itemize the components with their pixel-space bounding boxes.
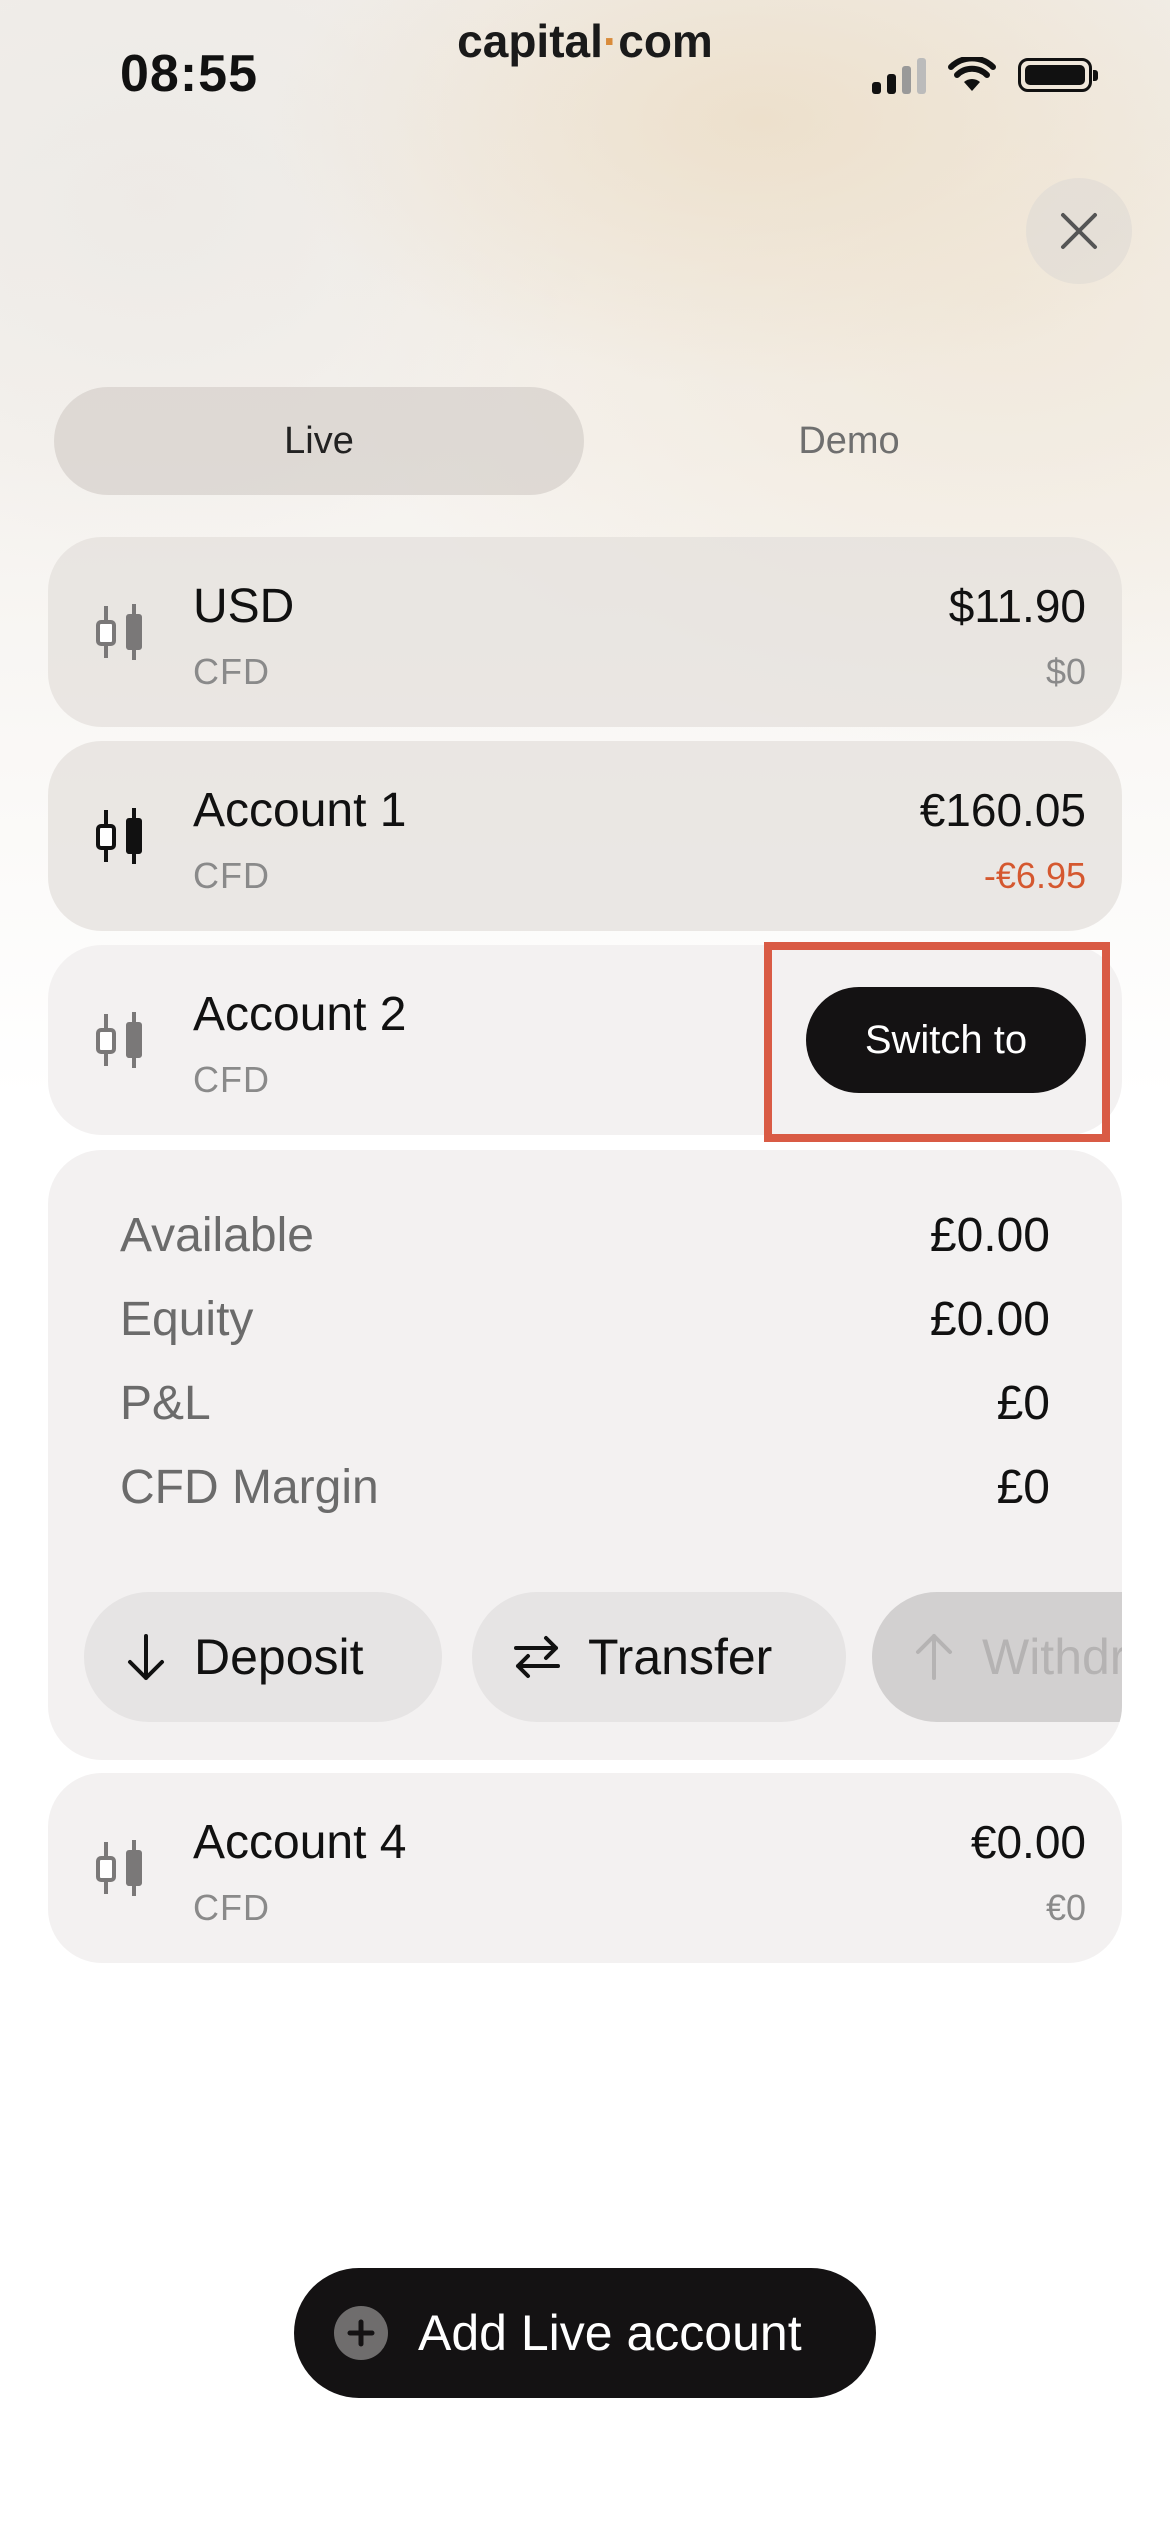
detail-label: Equity — [120, 1293, 254, 1346]
wifi-icon — [948, 57, 996, 91]
status-icons — [872, 56, 1098, 94]
arrow-up-icon — [916, 1634, 952, 1680]
candlestick-icon — [96, 1012, 142, 1068]
account-name: Account 1 — [193, 784, 407, 837]
detail-label: P&L — [120, 1377, 211, 1430]
account-pl: €0 — [1045, 1887, 1086, 1928]
account-type: CFD — [193, 855, 270, 896]
account-name: USD — [193, 580, 295, 633]
detail-value: £0.00 — [929, 1293, 1050, 1346]
detail-value: £0.00 — [929, 1209, 1050, 1262]
battery-icon — [1018, 58, 1098, 92]
arrow-down-icon — [128, 1634, 164, 1680]
detail-value: £0 — [996, 1461, 1050, 1514]
account-balance: $11.90 — [948, 580, 1086, 632]
withdraw-button[interactable]: Withdraw — [872, 1592, 1122, 1722]
account-details-panel: Available £0.00 Equity £0.00 P&L £0 CFD … — [48, 1150, 1122, 1760]
transfer-button[interactable]: Transfer — [472, 1592, 846, 1722]
candlestick-icon — [96, 1840, 142, 1896]
account-type: CFD — [193, 1059, 270, 1100]
candlestick-icon — [96, 808, 142, 864]
account-name: Account 2 — [193, 988, 407, 1041]
detail-row-available: Available £0.00 — [120, 1208, 1050, 1268]
plus-circle-icon — [334, 2306, 388, 2360]
detail-row-pl: P&L £0 — [120, 1376, 1050, 1436]
tab-live[interactable]: Live — [54, 387, 584, 495]
account-pl: -€6.95 — [983, 855, 1086, 896]
add-live-account-label: Add Live account — [418, 2305, 802, 2361]
highlight-box — [764, 942, 1110, 1142]
candlestick-icon — [96, 604, 142, 660]
detail-label: Available — [120, 1209, 314, 1262]
account-balance: €160.05 — [919, 784, 1086, 836]
account-name: Account 4 — [193, 1816, 407, 1869]
transfer-label: Transfer — [588, 1629, 773, 1685]
account-pl: $0 — [1045, 651, 1086, 692]
account-type: CFD — [193, 651, 270, 692]
detail-label: CFD Margin — [120, 1461, 379, 1514]
account-type: CFD — [193, 1887, 270, 1928]
deposit-button[interactable]: Deposit — [84, 1592, 442, 1722]
account-card-usd[interactable]: USD CFD $11.90 $0 — [48, 537, 1122, 727]
account-card-4[interactable]: Account 4 CFD €0.00 €0 — [48, 1773, 1122, 1963]
detail-row-equity: Equity £0.00 — [120, 1292, 1050, 1352]
close-button[interactable] — [1026, 178, 1132, 284]
add-live-account-button[interactable]: Add Live account — [294, 2268, 876, 2398]
close-icon — [1061, 213, 1097, 249]
tab-demo[interactable]: Demo — [584, 387, 1114, 495]
detail-row-cfd-margin: CFD Margin £0 — [120, 1460, 1050, 1520]
account-balance: €0.00 — [970, 1816, 1086, 1868]
account-card-1[interactable]: Account 1 CFD €160.05 -€6.95 — [48, 741, 1122, 931]
transfer-icon — [514, 1636, 560, 1678]
deposit-label: Deposit — [194, 1629, 364, 1685]
signal-icon — [872, 56, 926, 94]
account-mode-tabs: Live Demo — [54, 387, 1114, 495]
detail-value: £0 — [996, 1377, 1050, 1430]
withdraw-label: Withdraw — [982, 1629, 1122, 1685]
